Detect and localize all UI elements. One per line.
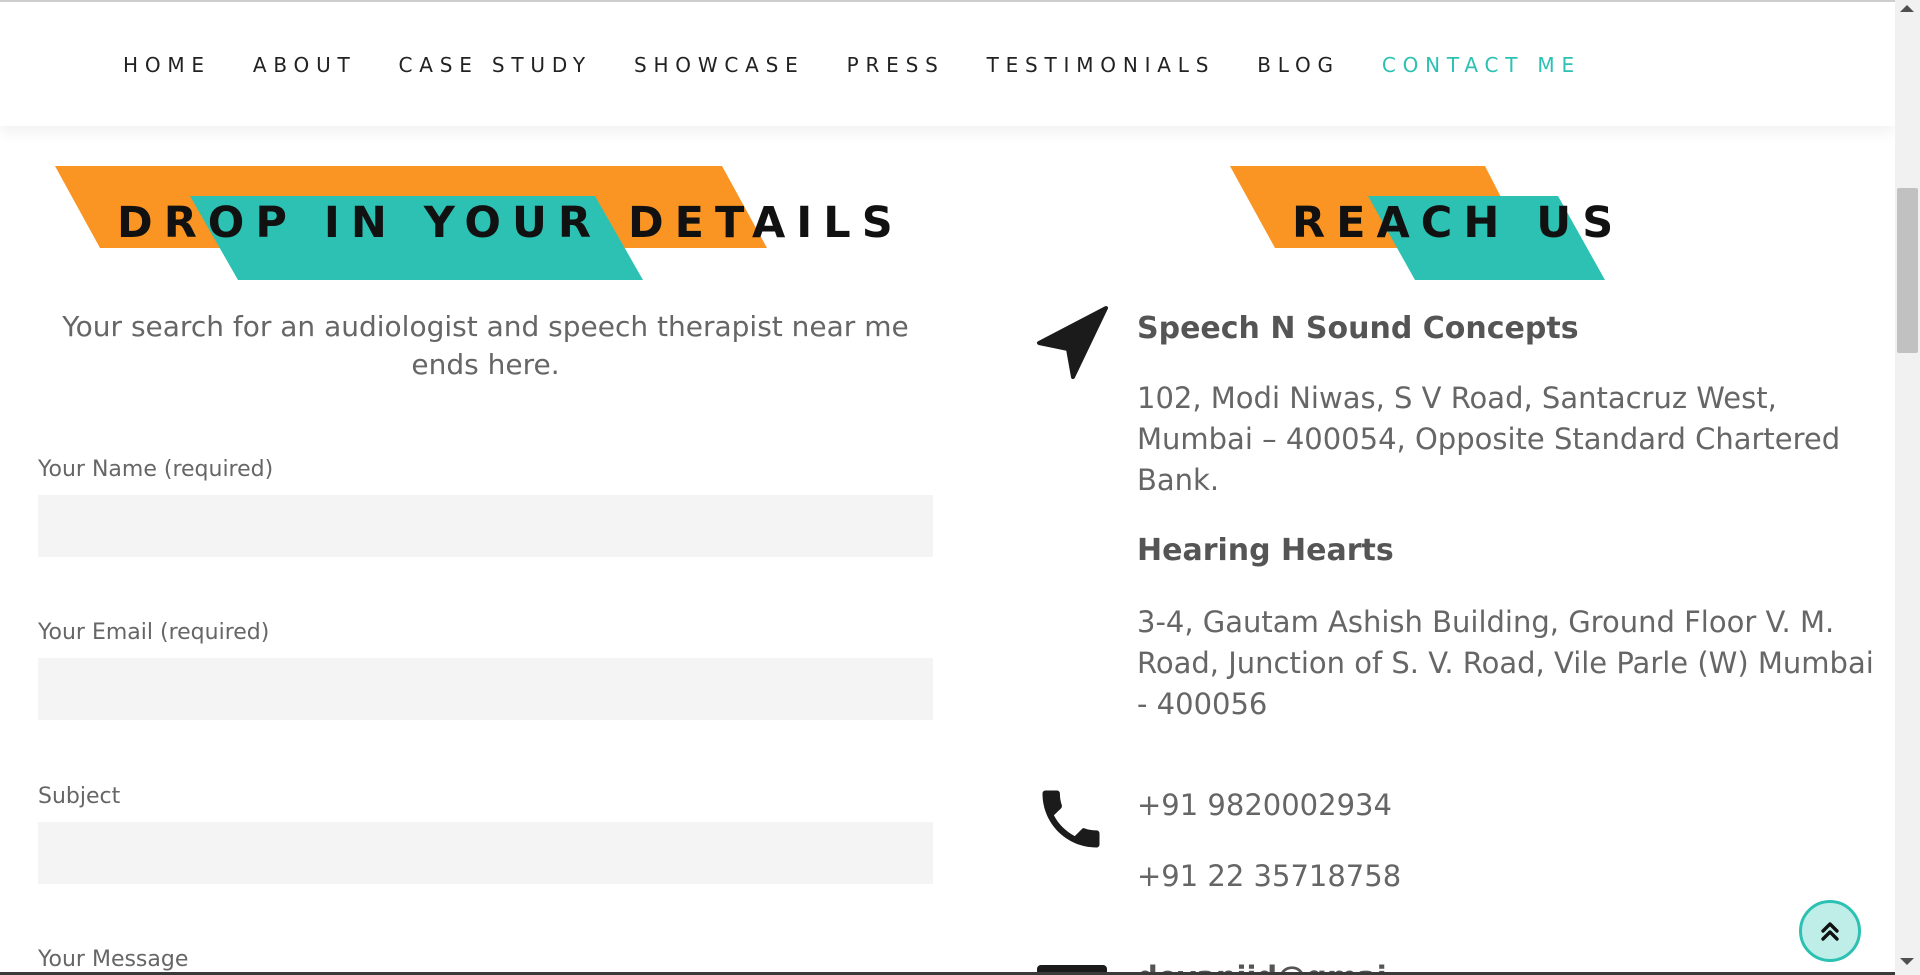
nav-about[interactable]: ABOUT: [253, 52, 357, 78]
nav-testimonials[interactable]: TESTIMONIALS: [987, 52, 1216, 78]
double-chevron-up-icon: [1821, 922, 1839, 941]
phone-icon: [1042, 790, 1100, 848]
subject-input[interactable]: [38, 822, 933, 884]
message-label: Your Message: [38, 947, 189, 972]
nav-home[interactable]: HOME: [123, 52, 211, 78]
nav-showcase[interactable]: SHOWCASE: [634, 52, 805, 78]
phone-1[interactable]: +91 9820002934: [1137, 788, 1392, 822]
form-heading: DROP IN YOUR DETAILS: [117, 198, 904, 248]
nav-case-study[interactable]: CASE STUDY: [399, 52, 592, 78]
nav-menu: HOME ABOUT CASE STUDY SHOWCASE PRESS TES…: [123, 52, 1623, 78]
location-1-name: Speech N Sound Concepts: [1137, 311, 1579, 346]
scroll-down-arrow[interactable]: [1900, 958, 1914, 965]
location-2-address: 3-4, Gautam Ashish Building, Ground Floo…: [1137, 605, 1874, 721]
name-input[interactable]: [38, 495, 933, 557]
scroll-up-arrow[interactable]: [1900, 5, 1914, 12]
nav-press[interactable]: PRESS: [847, 52, 945, 78]
form-heading-block: DROP IN YOUR DETAILS: [0, 160, 900, 285]
page: HOME ABOUT CASE STUDY SHOWCASE PRESS TES…: [0, 0, 1920, 975]
navigation-arrow-icon: [1037, 306, 1108, 379]
name-label: Your Name (required): [38, 457, 274, 482]
main-navbar: HOME ABOUT CASE STUDY SHOWCASE PRESS TES…: [0, 2, 1895, 126]
reach-us-heading-block: REACH US: [1200, 160, 1620, 285]
back-to-top-button[interactable]: [1799, 900, 1861, 962]
email-input[interactable]: [38, 658, 933, 720]
location-1-address: 102, Modi Niwas, S V Road, Santacruz Wes…: [1137, 381, 1841, 497]
phone-2[interactable]: +91 22 35718758: [1137, 859, 1401, 893]
subject-label: Subject: [38, 784, 121, 809]
nav-blog[interactable]: BLOG: [1257, 52, 1340, 78]
location-2-name: Hearing Hearts: [1137, 533, 1394, 568]
email-label: Your Email (required): [38, 620, 270, 645]
nav-contact-me[interactable]: CONTACT ME: [1382, 52, 1581, 78]
scrollbar-thumb[interactable]: [1897, 188, 1918, 353]
reach-us-heading: REACH US: [1292, 198, 1625, 248]
form-intro-text: Your search for an audiologist and speec…: [62, 310, 909, 381]
page-scrollbar[interactable]: [1895, 0, 1920, 975]
